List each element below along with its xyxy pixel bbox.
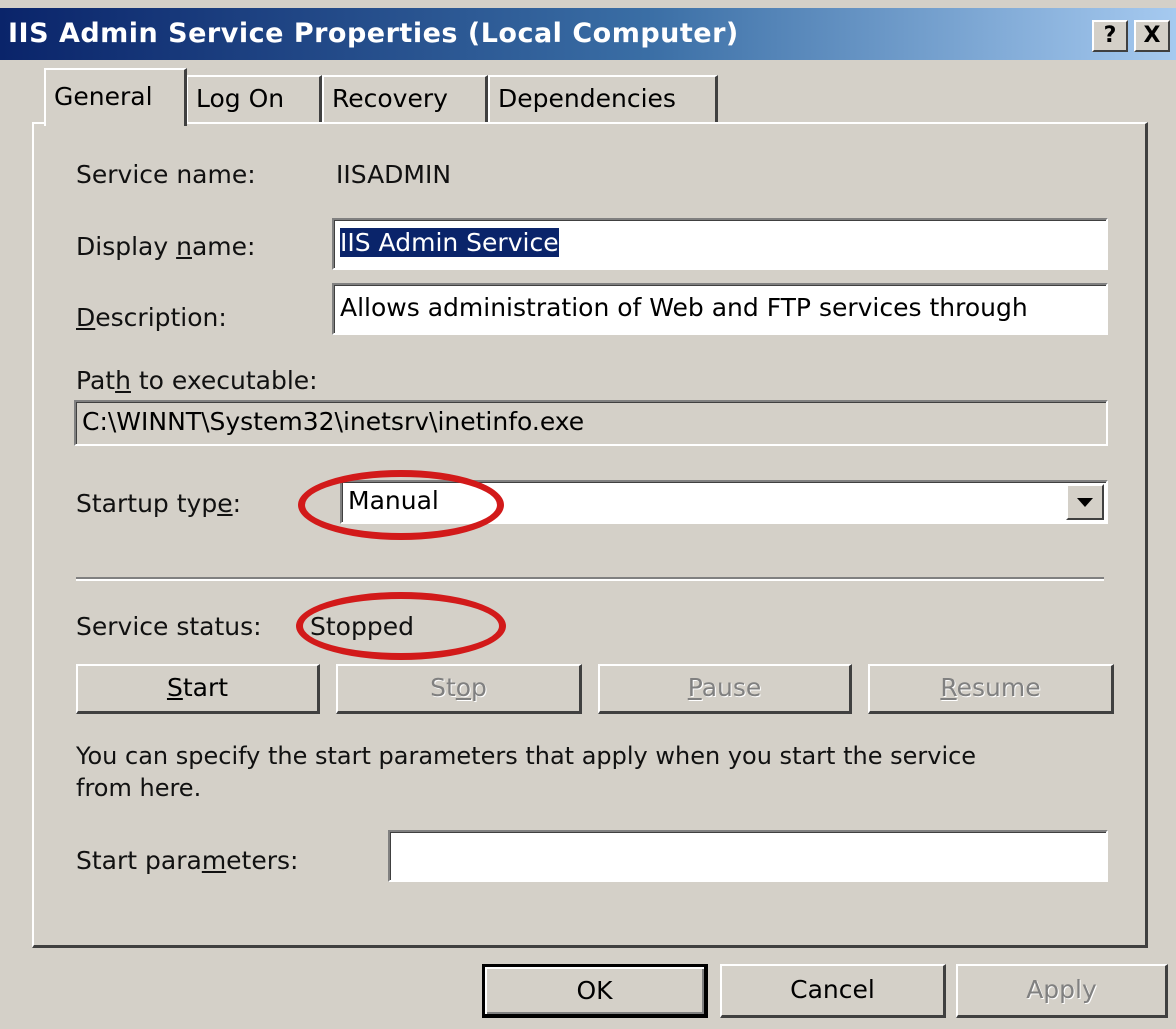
display-name-field[interactable]: IIS Admin Service — [332, 218, 1108, 270]
startup-type-label: Startup type: — [76, 489, 242, 518]
pause-button[interactable]: Pause — [598, 664, 852, 714]
service-name-value: IISADMIN — [336, 160, 452, 189]
description-field[interactable]: Allows administration of Web and FTP ser… — [332, 283, 1108, 335]
cancel-button[interactable]: Cancel — [720, 964, 946, 1018]
tab-general[interactable]: General — [44, 68, 187, 126]
help-text-line-2: from here. — [76, 774, 202, 802]
title-bar[interactable]: IIS Admin Service Properties (Local Comp… — [0, 8, 1176, 60]
ok-button[interactable]: OK — [482, 964, 708, 1018]
properties-dialog: IIS Admin Service Properties (Local Comp… — [0, 0, 1176, 1029]
help-button[interactable]: ? — [1092, 20, 1128, 52]
start-parameters-label: Start parameters: — [76, 846, 299, 875]
divider — [76, 577, 1104, 581]
startup-type-select[interactable]: Manual — [340, 480, 1108, 524]
window-title: IIS Admin Service Properties (Local Comp… — [8, 18, 739, 49]
help-text-line-1: You can specify the start parameters tha… — [76, 742, 977, 770]
tab-dependencies[interactable]: Dependencies — [488, 75, 718, 123]
display-name-value: IIS Admin Service — [340, 228, 559, 257]
start-parameters-input[interactable] — [388, 830, 1108, 882]
path-label: Path to executable: — [76, 366, 318, 395]
apply-button[interactable]: Apply — [956, 964, 1168, 1018]
description-label: Description: — [76, 303, 227, 332]
service-status-label: Service status: — [76, 612, 262, 641]
tab-log-on[interactable]: Log On — [186, 75, 322, 123]
service-status-value: Stopped — [310, 612, 414, 641]
startup-type-value: Manual — [348, 486, 439, 515]
display-name-label: Display name: — [76, 232, 256, 261]
tab-recovery[interactable]: Recovery — [322, 75, 488, 123]
stop-button[interactable]: Stop — [336, 664, 582, 714]
path-to-executable-field: C:\WINNT\System32\inetsrv\inetinfo.exe — [74, 400, 1108, 446]
service-name-label: Service name: — [76, 160, 256, 189]
close-button[interactable]: X — [1134, 20, 1170, 52]
start-button[interactable]: Start — [76, 664, 320, 714]
resume-button[interactable]: Resume — [868, 664, 1114, 714]
chevron-down-icon[interactable] — [1066, 484, 1104, 520]
